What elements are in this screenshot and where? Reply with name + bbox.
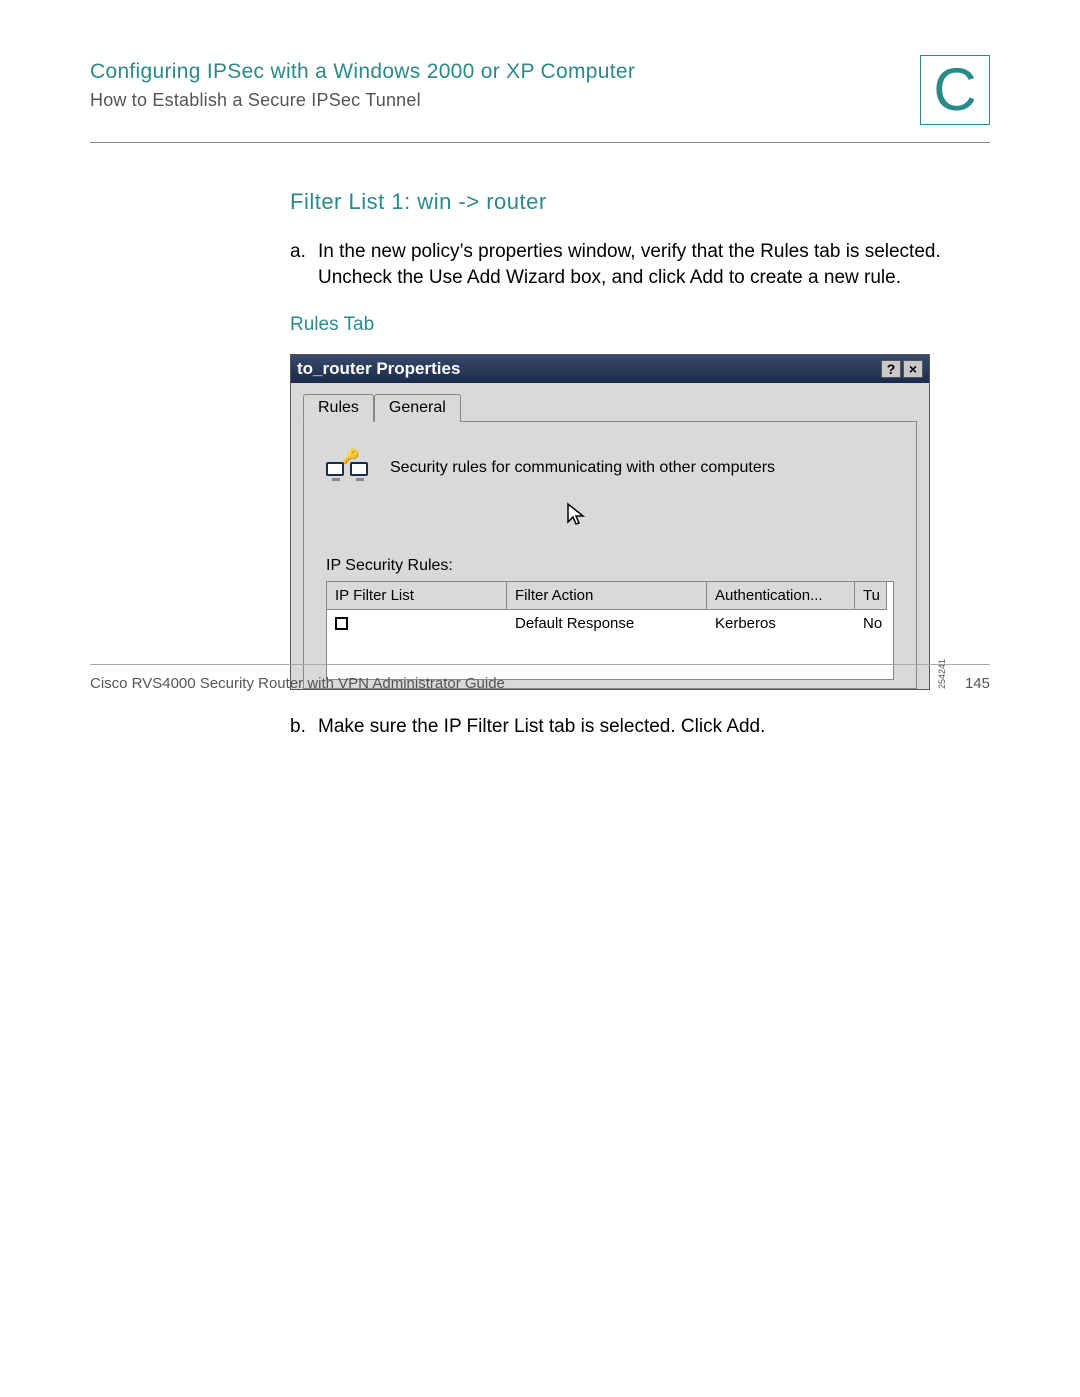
step-a-marker: a. bbox=[290, 239, 318, 290]
help-button[interactable]: ? bbox=[881, 360, 901, 378]
rules-tab-heading: Rules Tab bbox=[290, 314, 990, 336]
footer-divider bbox=[90, 664, 990, 665]
cell-ip-filter-list bbox=[327, 610, 507, 637]
col-authentication[interactable]: Authentication... bbox=[707, 582, 855, 610]
step-b-text: Make sure the IP Filter List tab is sele… bbox=[318, 714, 990, 740]
tab-general[interactable]: General bbox=[374, 394, 461, 422]
col-ip-filter-list[interactable]: IP Filter List bbox=[327, 582, 507, 610]
table-header-row: IP Filter List Filter Action Authenticat… bbox=[327, 582, 893, 610]
dialog-description: Security rules for communicating with ot… bbox=[390, 459, 775, 477]
step-a-text: In the new policy’s properties window, v… bbox=[318, 239, 990, 290]
row-checkbox[interactable] bbox=[335, 617, 348, 630]
cell-filter-action: Default Response bbox=[507, 610, 707, 637]
table-row[interactable]: Default Response Kerberos No bbox=[327, 610, 893, 637]
step-b-marker: b. bbox=[290, 714, 318, 740]
chapter-title: Configuring IPSec with a Windows 2000 or… bbox=[90, 60, 920, 84]
cursor-icon bbox=[566, 502, 894, 537]
cell-authentication: Kerberos bbox=[707, 610, 855, 637]
section-title: How to Establish a Secure IPSec Tunnel bbox=[90, 90, 920, 111]
properties-dialog: 254241 to_router Properties ? × Rules Ge… bbox=[290, 354, 930, 690]
appendix-letter: C bbox=[933, 60, 976, 120]
security-rules-icon: 🔑 bbox=[326, 448, 372, 488]
dialog-title: to_router Properties bbox=[297, 359, 460, 379]
footer-page-number: 145 bbox=[965, 675, 990, 692]
footer-guide-title: Cisco RVS4000 Security Router with VPN A… bbox=[90, 675, 505, 692]
filter-list-heading: Filter List 1: win -> router bbox=[290, 189, 990, 215]
col-filter-action[interactable]: Filter Action bbox=[507, 582, 707, 610]
cell-tunnel: No bbox=[855, 610, 887, 637]
appendix-indicator: C bbox=[920, 55, 990, 125]
tab-rules[interactable]: Rules bbox=[303, 394, 374, 422]
ip-security-rules-label: IP Security Rules: bbox=[326, 557, 894, 575]
tab-panel-rules: 🔑 Security rules for communicating with … bbox=[303, 421, 917, 689]
dialog-titlebar: to_router Properties ? × bbox=[291, 355, 929, 383]
header-divider bbox=[90, 142, 990, 143]
col-tunnel[interactable]: Tu bbox=[855, 582, 887, 610]
close-button[interactable]: × bbox=[903, 360, 923, 378]
